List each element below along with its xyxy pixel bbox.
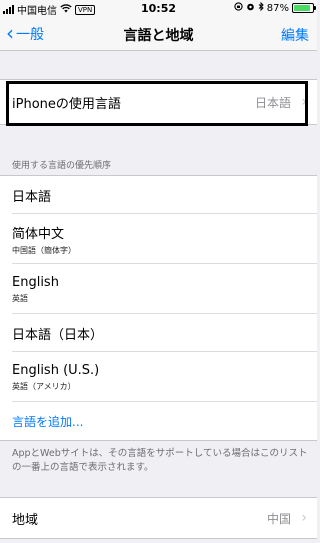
language-row-en-us[interactable]: English (U.S.) 英語（アメリカ）	[0, 352, 317, 402]
battery-percent: 87%	[266, 2, 289, 14]
language-name: 日本語（日本）	[12, 327, 104, 343]
language-name: 日本語	[12, 189, 52, 205]
language-row-en[interactable]: English 英語	[0, 264, 317, 314]
edit-button[interactable]: 編集	[281, 25, 309, 45]
chevron-right-icon: ›	[301, 510, 307, 526]
status-right: 87%	[234, 1, 316, 14]
section-header: 使用する言語の優先順序	[12, 161, 112, 171]
status-bar: 中国电信 VPN 10:52 87%	[0, 0, 317, 18]
language-name: English (U.S.)	[12, 362, 100, 378]
region-group: 地域 中国 ›	[0, 497, 317, 539]
region-label: 地域	[12, 512, 39, 528]
page-title: 言語と地域	[123, 28, 194, 44]
lock-rotation-icon	[234, 2, 243, 14]
footer-note: AppとWebサイトは、その言語をサポートしている場合はこのリストの一番上の言語…	[12, 448, 308, 473]
language-text: English 英語	[12, 275, 59, 304]
add-language-button[interactable]: 言語を追加...	[12, 413, 83, 430]
region-row[interactable]: 地域 中国 ›	[0, 498, 317, 538]
bluetooth-icon	[258, 1, 264, 14]
region-value: 中国	[266, 511, 291, 526]
highlight-box	[6, 81, 308, 126]
language-row-ja[interactable]: 日本語	[0, 176, 317, 214]
navigation-bar: ‹ 一般 言語と地域 編集	[0, 18, 317, 51]
add-language-row[interactable]: 言語を追加...	[0, 402, 317, 440]
language-row-ja-jp[interactable]: 日本語（日本）	[0, 314, 317, 352]
language-name: 简体中文	[12, 226, 65, 242]
language-name: English	[12, 274, 59, 290]
language-text: English (U.S.) 英語（アメリカ）	[12, 363, 99, 392]
language-text: 简体中文 中国語（簡体字）	[12, 223, 76, 256]
preferred-languages-group: 日本語 简体中文 中国語（簡体字） English 英語 日本語（日本） Eng…	[0, 175, 317, 441]
language-subtitle: 英語（アメリカ）	[12, 381, 76, 391]
language-row-zh-hans[interactable]: 简体中文 中国語（簡体字）	[0, 214, 317, 264]
language-subtitle: 英語	[12, 293, 28, 303]
alarm-icon	[246, 2, 255, 14]
battery-icon	[292, 3, 316, 13]
language-subtitle: 中国語（簡体字）	[12, 245, 76, 255]
